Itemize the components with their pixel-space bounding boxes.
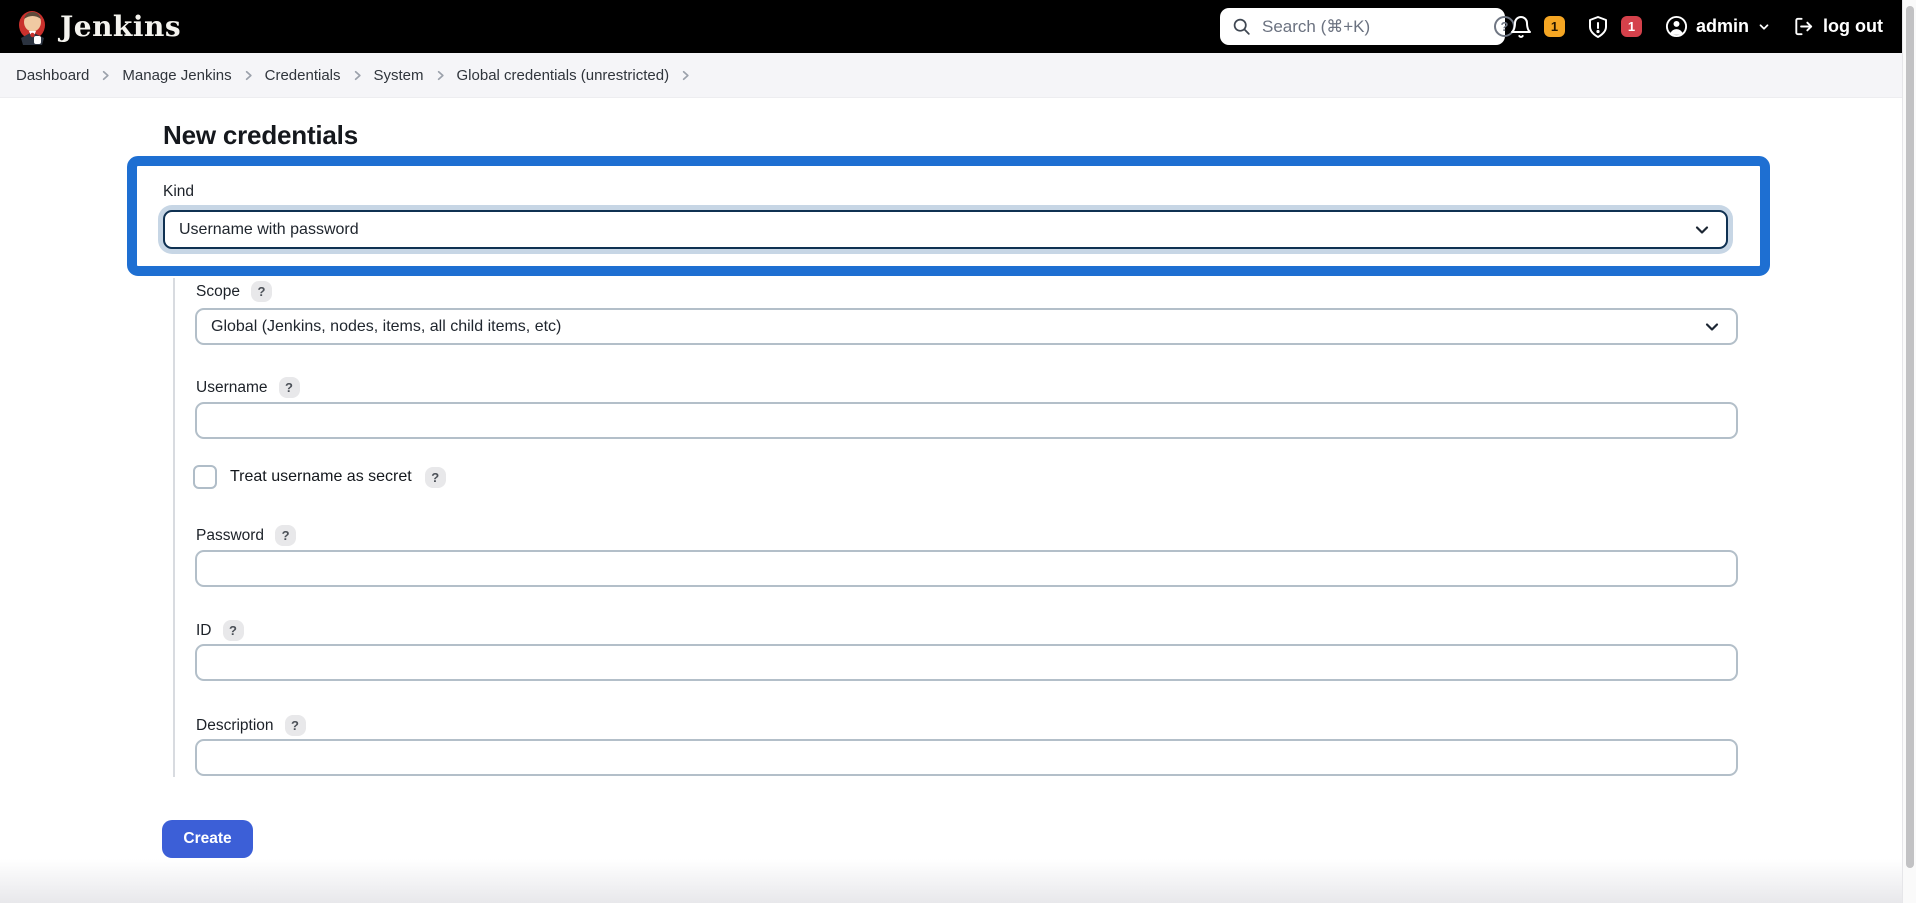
chevron-right-icon[interactable]: [98, 68, 113, 83]
scope-select[interactable]: Global (Jenkins, nodes, items, all child…: [195, 308, 1738, 345]
security-warning-count-badge[interactable]: 1: [1621, 16, 1642, 37]
kind-select-value: Username with password: [179, 220, 359, 238]
kind-select[interactable]: Username with password: [163, 210, 1728, 249]
password-label: Password: [196, 526, 265, 544]
scope-help-icon[interactable]: ?: [250, 281, 272, 302]
breadcrumb-item-manage-jenkins[interactable]: Manage Jenkins: [122, 67, 231, 84]
chevron-down-icon: [1757, 20, 1771, 34]
security-shield-icon[interactable]: [1586, 15, 1610, 39]
description-label: Description: [196, 716, 274, 734]
password-help-icon[interactable]: ?: [275, 525, 297, 546]
create-button[interactable]: Create: [162, 820, 253, 858]
top-header-bar: Jenkins ? 1 1: [0, 0, 1916, 53]
treat-secret-help-icon[interactable]: ?: [424, 466, 446, 488]
logout-icon: [1792, 15, 1815, 38]
user-menu[interactable]: admin: [1665, 15, 1771, 38]
scope-label-row: Scope ?: [196, 281, 272, 302]
description-input[interactable]: [195, 739, 1738, 776]
chevron-right-icon[interactable]: [678, 68, 693, 83]
password-label-row: Password ?: [196, 525, 297, 546]
breadcrumb-item-global-credentials[interactable]: Global credentials (unrestricted): [457, 67, 670, 84]
breadcrumb: Dashboard Manage Jenkins Credentials Sys…: [0, 53, 1902, 98]
username-label: Username: [196, 378, 268, 396]
logout-label: log out: [1823, 16, 1883, 36]
logout-button[interactable]: log out: [1792, 15, 1883, 38]
search-input[interactable]: [1260, 15, 1485, 38]
user-avatar-icon: [1665, 15, 1688, 38]
username-label-row: Username ?: [196, 377, 300, 398]
jenkins-home-link[interactable]: Jenkins: [17, 4, 181, 49]
kind-label: Kind: [163, 183, 195, 200]
scope-select-value: Global (Jenkins, nodes, items, all child…: [211, 317, 562, 335]
breadcrumb-item-dashboard[interactable]: Dashboard: [16, 67, 89, 84]
scope-label: Scope: [196, 282, 240, 300]
chevron-right-icon[interactable]: [433, 68, 448, 83]
chevron-right-icon[interactable]: [241, 68, 256, 83]
jenkins-butler-logo-icon: [17, 8, 48, 45]
page-bottom-gradient: [0, 859, 1902, 903]
user-name-label: admin: [1696, 16, 1750, 36]
id-input[interactable]: [195, 644, 1738, 681]
chevron-down-icon: [1702, 317, 1722, 337]
chevron-right-icon[interactable]: [350, 68, 365, 83]
notifications-bell-icon[interactable]: [1509, 15, 1533, 39]
page-title: New credentials: [163, 120, 358, 150]
kind-label-row: Kind: [163, 183, 194, 201]
username-input[interactable]: [195, 402, 1738, 439]
form-section-indent-line: [173, 278, 175, 777]
scrollbar-thumb[interactable]: [1906, 6, 1914, 868]
chevron-down-icon: [1692, 220, 1712, 240]
description-help-icon[interactable]: ?: [284, 715, 306, 736]
id-label: ID: [196, 621, 212, 639]
username-help-icon[interactable]: ?: [278, 377, 300, 398]
treat-secret-label[interactable]: Treat username as secret: [230, 468, 412, 486]
id-help-icon[interactable]: ?: [222, 620, 244, 641]
notification-count-badge[interactable]: 1: [1544, 16, 1565, 37]
global-search-box[interactable]: ?: [1220, 8, 1515, 45]
breadcrumb-item-system[interactable]: System: [374, 67, 424, 84]
search-icon: [1232, 17, 1251, 36]
treat-secret-row: Treat username as secret ?: [193, 465, 446, 489]
breadcrumb-item-credentials[interactable]: Credentials: [265, 67, 341, 84]
treat-secret-checkbox[interactable]: [193, 465, 217, 489]
vertical-scrollbar[interactable]: [1902, 0, 1916, 903]
id-label-row: ID ?: [196, 620, 244, 641]
jenkins-wordmark: Jenkins: [60, 10, 182, 43]
password-input[interactable]: [195, 550, 1738, 587]
description-label-row: Description ?: [196, 715, 306, 736]
